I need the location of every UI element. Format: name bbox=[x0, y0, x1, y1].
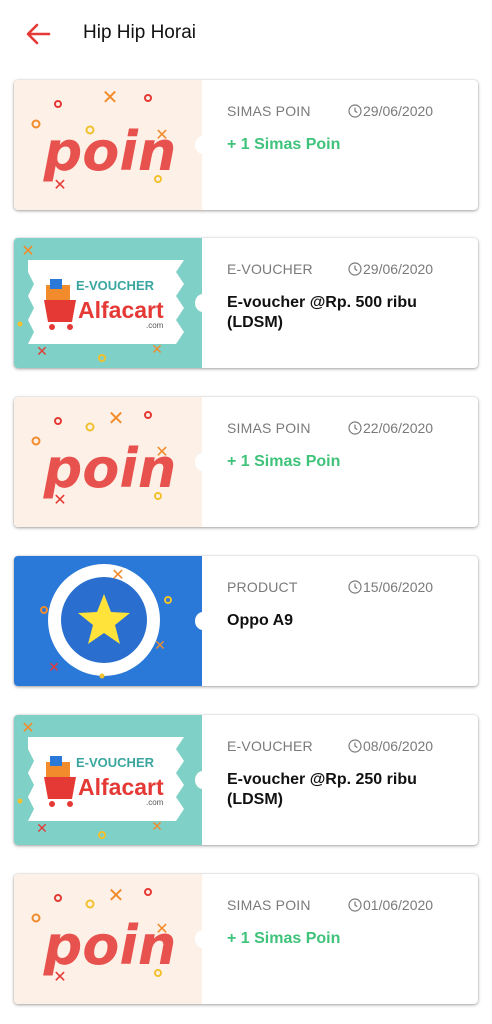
page-title: Hip Hip Horai bbox=[83, 22, 196, 43]
svg-text:✕: ✕ bbox=[151, 819, 163, 835]
svg-text:✕: ✕ bbox=[111, 565, 124, 584]
svg-text:✕: ✕ bbox=[48, 660, 60, 676]
card-category: SIMAS POIN bbox=[227, 420, 311, 436]
alfacart-dotcom: .com bbox=[146, 321, 164, 330]
card-category: PRODUCT bbox=[227, 579, 298, 595]
card-date-text: 22/06/2020 bbox=[363, 420, 434, 436]
reward-card[interactable]: ✕ ✕ ✕ poin SIMAS POIN 01/06/2020 + 1 Sim… bbox=[14, 874, 478, 1004]
poin-logo-text: poin bbox=[43, 437, 177, 500]
card-description: + 1 Simas Poin bbox=[227, 453, 341, 470]
card-category: E-VOUCHER bbox=[227, 738, 313, 754]
poin-logo-text: poin bbox=[43, 120, 177, 183]
clock-icon bbox=[348, 262, 362, 279]
clock-icon bbox=[348, 104, 362, 121]
card-date: 01/06/2020 bbox=[348, 897, 433, 915]
poin-thumbnail: ✕ ✕ ✕ poin bbox=[14, 397, 202, 527]
alfacart-thumbnail: ✕ ✕ ✕ E-VOUCHER Alfacart .com bbox=[14, 238, 202, 368]
product-thumbnail: ✕ ✕ ✕ bbox=[14, 556, 202, 686]
card-date: 08/06/2020 bbox=[348, 738, 433, 756]
svg-text:✕: ✕ bbox=[21, 718, 34, 737]
ticket-notch bbox=[195, 294, 211, 312]
clock-icon bbox=[348, 580, 362, 597]
card-date-text: 29/06/2020 bbox=[363, 103, 434, 119]
ticket-notch bbox=[195, 453, 211, 471]
svg-text:✕: ✕ bbox=[36, 821, 48, 837]
svg-text:✕: ✕ bbox=[108, 883, 125, 907]
card-description: E-voucher @Rp. 250 ribu (LDSM) bbox=[227, 771, 417, 808]
svg-text:✕: ✕ bbox=[21, 241, 34, 260]
card-date-text: 08/06/2020 bbox=[363, 738, 434, 754]
reward-card[interactable]: ✕ ✕ ✕ E-VOUCHER Alfacart .com E-VOUCHER … bbox=[14, 238, 478, 368]
card-date-text: 29/06/2020 bbox=[363, 261, 434, 277]
clock-icon bbox=[348, 421, 362, 438]
evoucher-label: E-VOUCHER bbox=[76, 278, 155, 293]
card-date: 22/06/2020 bbox=[348, 420, 433, 438]
poin-logo-text: poin bbox=[43, 914, 177, 977]
svg-text:✕: ✕ bbox=[154, 638, 166, 654]
svg-text:✕: ✕ bbox=[102, 85, 119, 109]
card-date: 15/06/2020 bbox=[348, 579, 433, 597]
ticket-notch bbox=[195, 612, 211, 630]
card-description: + 1 Simas Poin bbox=[227, 136, 341, 153]
alfacart-thumbnail: ✕ ✕ ✕ E-VOUCHER Alfacart .com bbox=[14, 715, 202, 845]
svg-text:✕: ✕ bbox=[108, 406, 125, 430]
poin-thumbnail: ✕ ✕ ✕ poin bbox=[14, 874, 202, 1004]
back-arrow-icon[interactable] bbox=[22, 17, 56, 51]
alfacart-logo-text: Alfacart bbox=[78, 297, 164, 323]
alfacart-dotcom: .com bbox=[146, 798, 164, 807]
reward-card[interactable]: ✕ ✕ ✕ poin SIMAS POIN 29/06/2020 + 1 Sim… bbox=[14, 80, 478, 210]
card-description: E-voucher @Rp. 500 ribu (LDSM) bbox=[227, 294, 417, 331]
card-date-text: 01/06/2020 bbox=[363, 897, 434, 913]
app-bar: Hip Hip Horai bbox=[0, 0, 492, 70]
reward-card[interactable]: ✕ ✕ ✕ PRODUCT 15/06/2020 Oppo A9 bbox=[14, 556, 478, 686]
card-date: 29/06/2020 bbox=[348, 261, 433, 279]
card-date: 29/06/2020 bbox=[348, 103, 433, 121]
svg-text:✕: ✕ bbox=[151, 342, 163, 358]
card-category: SIMAS POIN bbox=[227, 103, 311, 119]
card-category: E-VOUCHER bbox=[227, 261, 313, 277]
clock-icon bbox=[348, 898, 362, 915]
poin-thumbnail: ✕ ✕ ✕ poin bbox=[14, 80, 202, 210]
alfacart-logo-text: Alfacart bbox=[78, 774, 164, 800]
ticket-notch bbox=[195, 930, 211, 948]
reward-card[interactable]: ✕ ✕ ✕ E-VOUCHER Alfacart .com E-VOUCHER … bbox=[14, 715, 478, 845]
card-date-text: 15/06/2020 bbox=[363, 579, 434, 595]
card-description: + 1 Simas Poin bbox=[227, 930, 341, 947]
card-category: SIMAS POIN bbox=[227, 897, 311, 913]
ticket-notch bbox=[195, 136, 211, 154]
svg-text:✕: ✕ bbox=[36, 344, 48, 360]
evoucher-label: E-VOUCHER bbox=[76, 755, 155, 770]
reward-card[interactable]: ✕ ✕ ✕ poin SIMAS POIN 22/06/2020 + 1 Sim… bbox=[14, 397, 478, 527]
ticket-notch bbox=[195, 771, 211, 789]
clock-icon bbox=[348, 739, 362, 756]
card-description: Oppo A9 bbox=[227, 612, 294, 629]
